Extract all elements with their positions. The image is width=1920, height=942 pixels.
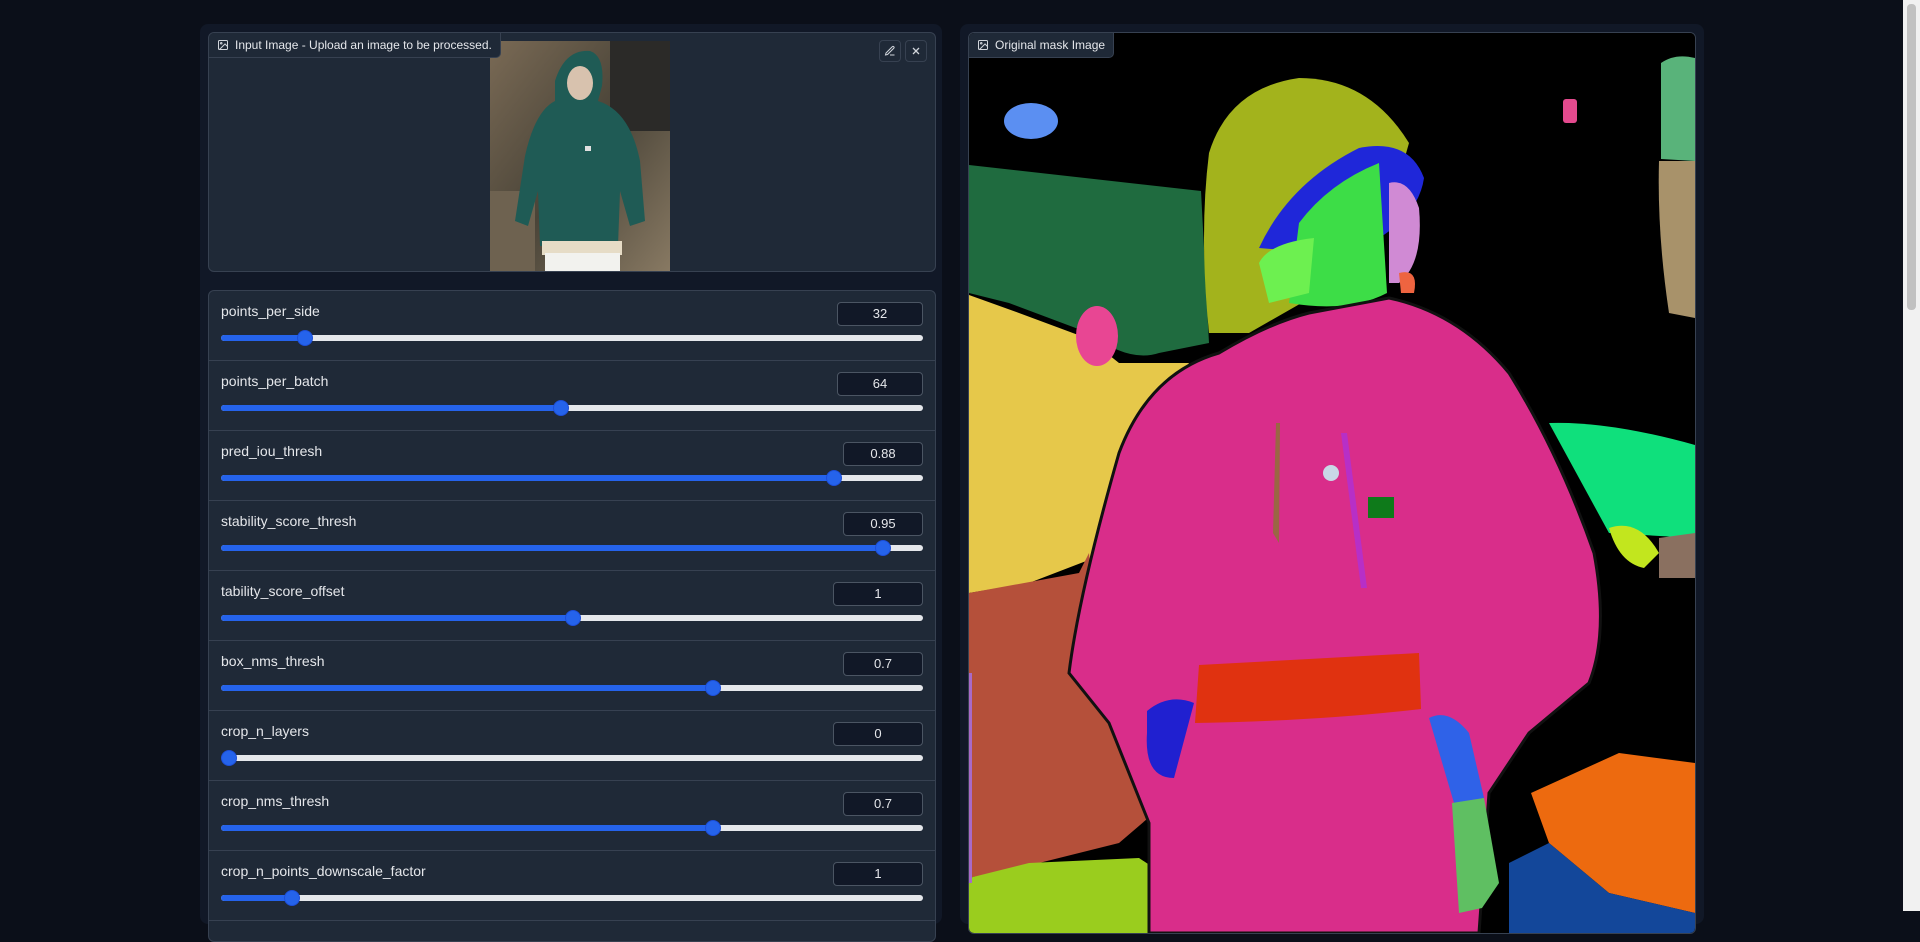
slider-fill: [221, 405, 561, 411]
slider-number-input[interactable]: 1: [833, 862, 923, 886]
slider-number-input[interactable]: 64: [837, 372, 923, 396]
page-scrollbar[interactable]: [1903, 0, 1920, 911]
slider-number-input[interactable]: 0: [833, 722, 923, 746]
scrollbar-thumb[interactable]: [1907, 4, 1916, 310]
mask-image-panel: Original mask Image: [968, 32, 1696, 934]
slider-thumb[interactable]: [284, 890, 301, 906]
clear-image-button[interactable]: [905, 40, 927, 62]
segmentation-mask: [969, 33, 1695, 933]
image-icon: [218, 40, 228, 50]
slider-fill: [221, 335, 304, 341]
slider-number-input[interactable]: 0.7: [843, 792, 923, 816]
slider-track[interactable]: [221, 750, 923, 766]
input-image-label-text: Input Image - Upload an image to be proc…: [235, 38, 492, 52]
slider-fill: [221, 545, 882, 551]
slider-label: pred_iou_thresh: [221, 443, 323, 459]
slider-thumb[interactable]: [874, 540, 891, 556]
image-icon: [978, 40, 988, 50]
mask-image-label: Original mask Image: [969, 33, 1115, 58]
edit-icon: [884, 45, 895, 56]
slider-number-input[interactable]: 32: [837, 302, 923, 326]
slider-track[interactable]: [221, 820, 923, 836]
slider-number-input[interactable]: 0.95: [843, 512, 923, 536]
slider-label: stability_score_thresh: [221, 513, 357, 529]
slider-row-box_nms_thresh: box_nms_thresh 0.7: [209, 641, 935, 711]
slider-row-points_per_batch: points_per_batch 64: [209, 361, 935, 431]
slider-number-input[interactable]: 0.88: [843, 442, 923, 466]
slider-row-crop_nms_thresh: crop_nms_thresh 0.7: [209, 781, 935, 851]
slider-number-input[interactable]: 1: [833, 582, 923, 606]
slider-thumb[interactable]: [553, 400, 570, 416]
close-icon: [912, 47, 920, 55]
slider-fill: [221, 475, 834, 481]
slider-thumb[interactable]: [296, 330, 313, 346]
slider-label: crop_n_layers: [221, 723, 309, 739]
slider-label: crop_nms_thresh: [221, 793, 330, 809]
slider-fill: [221, 615, 572, 621]
edit-button[interactable]: [879, 40, 901, 62]
slider-label: points_per_side: [221, 303, 320, 319]
input-photo: [490, 41, 670, 271]
left-column: Input Image - Upload an image to be proc…: [200, 24, 942, 942]
input-image-panel[interactable]: Input Image - Upload an image to be proc…: [208, 32, 936, 272]
parameters-panel: points_per_side 32 points_per_batch 64 pred_…: [208, 290, 936, 942]
slider-row-pred_iou_thresh: pred_iou_thresh 0.88: [209, 431, 935, 501]
slider-label: tability_score_offset: [221, 583, 345, 599]
slider-thumb[interactable]: [826, 470, 843, 486]
mask-image-label-text: Original mask Image: [995, 38, 1106, 52]
slider-label: points_per_batch: [221, 373, 329, 389]
slider-track[interactable]: [221, 540, 923, 556]
slider-number-input[interactable]: 0.7: [843, 652, 923, 676]
slider-label: crop_n_points_downscale_factor: [221, 863, 426, 879]
slider-fill: [221, 685, 713, 691]
slider-thumb[interactable]: [705, 680, 722, 696]
slider-label: box_nms_thresh: [221, 653, 325, 669]
slider-fill: [221, 895, 292, 901]
right-column: Original mask Image: [960, 24, 1704, 934]
slider-row-points_per_side: points_per_side 32: [209, 291, 935, 361]
slider-track[interactable]: [221, 890, 923, 906]
slider-track[interactable]: [221, 470, 923, 486]
slider-thumb[interactable]: [705, 820, 722, 836]
slider-track[interactable]: [221, 400, 923, 416]
slider-row-crop_n_layers: crop_n_layers 0: [209, 711, 935, 781]
slider-thumb[interactable]: [565, 610, 581, 626]
slider-track[interactable]: [221, 610, 923, 626]
input-image-label: Input Image - Upload an image to be proc…: [209, 33, 501, 58]
slider-thumb[interactable]: [221, 750, 237, 766]
slider-row-stability_score_thresh: stability_score_thresh 0.95: [209, 501, 935, 571]
slider-track[interactable]: [221, 330, 923, 346]
slider-fill: [221, 825, 713, 831]
slider-row-tability_score_offset: tability_score_offset 1: [209, 571, 935, 641]
slider-track[interactable]: [221, 680, 923, 696]
